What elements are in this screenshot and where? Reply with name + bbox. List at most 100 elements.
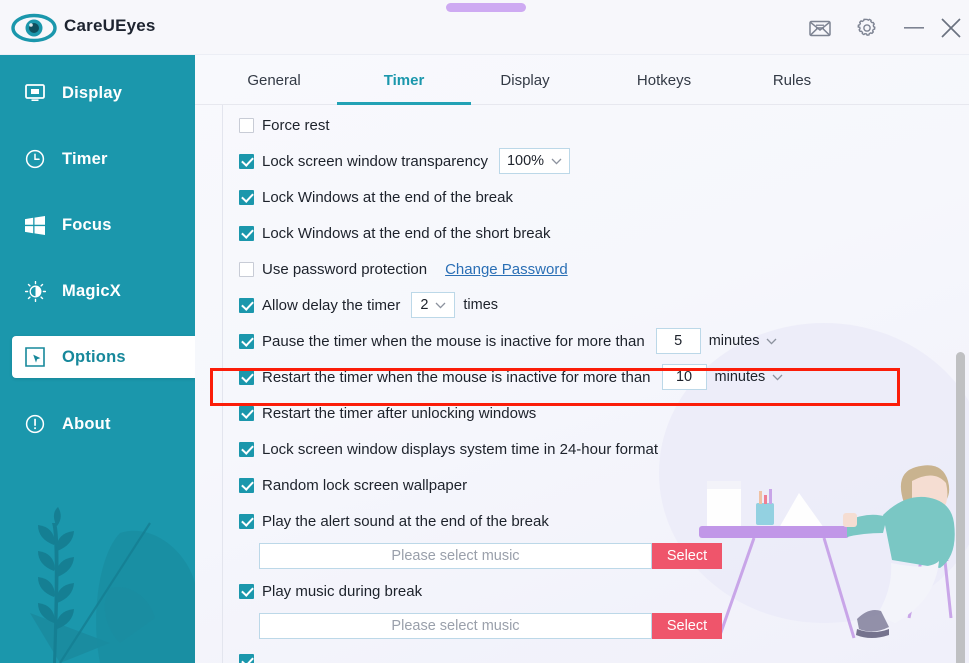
chevron-down-icon: [435, 297, 446, 313]
option-label: Restart the timer after unlocking window…: [262, 404, 537, 422]
tab-general[interactable]: General: [229, 55, 319, 105]
sidebar-item-label: Focus: [62, 215, 112, 234]
sidebar-item-options[interactable]: Options: [12, 336, 195, 378]
option-restart-after-unlock[interactable]: Restart the timer after unlocking window…: [224, 395, 944, 431]
option-play-alert-sound[interactable]: Play the alert sound at the end of the b…: [224, 503, 944, 539]
sidebar-item-focus[interactable]: Focus: [0, 203, 195, 247]
option-label: Restart the timer when the mouse is inac…: [262, 368, 651, 386]
checkbox-lock-end-short-break[interactable]: [239, 225, 254, 241]
checkbox-play-alert-sound[interactable]: [239, 513, 254, 529]
break-music-row: Please select music Select: [224, 609, 944, 643]
windows-icon: [22, 215, 48, 235]
checkbox-partial-next[interactable]: [239, 653, 254, 663]
option-label: Pause the timer when the mouse is inacti…: [262, 332, 645, 350]
option-label: Force rest: [262, 116, 330, 134]
sidebar-item-label: Display: [62, 83, 123, 102]
tab-timer[interactable]: Timer: [337, 55, 471, 105]
option-play-music-break[interactable]: Play music during break: [224, 573, 944, 609]
sidebar-item-label: About: [62, 414, 111, 433]
checkbox-lock-transparency[interactable]: [239, 153, 254, 169]
option-partial-next[interactable]: [224, 643, 944, 663]
tab-hotkeys[interactable]: Hotkeys: [619, 55, 709, 105]
chevron-down-icon[interactable]: [772, 374, 783, 381]
window-drag-pill[interactable]: [446, 3, 526, 12]
checkbox-restart-timer-inactive[interactable]: [239, 369, 254, 385]
sidebar-decoration: [30, 507, 195, 663]
content-panel: General Timer Display Hotkeys Rules Forc…: [195, 55, 969, 663]
close-icon[interactable]: [937, 10, 965, 46]
restart-timer-unit: minutes: [714, 369, 766, 385]
title-bar: CareUEyes: [0, 0, 969, 55]
sidebar: Display Timer Focus MagicX Options About: [0, 55, 195, 663]
clock-icon: [22, 149, 48, 169]
option-label: Lock Windows at the end of the break: [262, 188, 513, 206]
scrollbar-thumb[interactable]: [956, 352, 965, 663]
scrollbar-track[interactable]: [955, 107, 965, 663]
option-label: Use password protection: [262, 260, 428, 278]
checkbox-force-rest[interactable]: [239, 117, 254, 133]
option-random-wallpaper[interactable]: Random lock screen wallpaper: [224, 467, 944, 503]
sidebar-item-magicx[interactable]: MagicX: [0, 269, 195, 313]
option-label: Play the alert sound at the end of the b…: [262, 512, 549, 530]
sidebar-item-label: MagicX: [62, 281, 121, 300]
info-icon: [22, 414, 48, 434]
tab-bar: General Timer Display Hotkeys Rules: [195, 55, 969, 105]
checkbox-restart-after-unlock[interactable]: [239, 405, 254, 421]
content-divider: [222, 105, 223, 663]
minimize-icon[interactable]: [896, 10, 932, 46]
careueyes-window: CareUEyes Display Timer Focus MagicX Opt…: [0, 0, 969, 663]
option-use-password[interactable]: Use password protection Change Password: [224, 251, 944, 287]
break-music-select-button[interactable]: Select: [652, 613, 722, 639]
pause-timer-minutes-input[interactable]: 5: [655, 328, 701, 354]
option-lock-end-break[interactable]: Lock Windows at the end of the break: [224, 179, 944, 215]
checkbox-random-wallpaper[interactable]: [239, 477, 254, 493]
checkbox-show-24h[interactable]: [239, 441, 254, 457]
options-list: Force rest Lock screen window transparen…: [224, 107, 944, 663]
mail-icon[interactable]: [802, 10, 838, 46]
gear-icon[interactable]: [849, 10, 885, 46]
option-label: Lock screen window displays system time …: [262, 440, 658, 458]
restart-timer-minutes-input[interactable]: 10: [661, 364, 707, 390]
option-lock-transparency[interactable]: Lock screen window transparency 100%: [224, 143, 944, 179]
sidebar-item-about[interactable]: About: [0, 402, 195, 446]
sidebar-item-label: Timer: [62, 149, 108, 168]
break-music-input[interactable]: Please select music: [259, 613, 652, 639]
monitor-icon: [22, 84, 48, 102]
delay-times-suffix: times: [463, 297, 499, 313]
option-force-rest[interactable]: Force rest: [224, 107, 944, 143]
option-label: Allow delay the timer: [262, 296, 401, 314]
cursor-window-icon: [22, 347, 48, 367]
change-password-link[interactable]: Change Password: [445, 261, 568, 278]
transparency-dropdown[interactable]: 100%: [498, 148, 571, 174]
alert-music-row: Please select music Select: [224, 539, 944, 573]
option-pause-timer[interactable]: Pause the timer when the mouse is inacti…: [224, 323, 944, 359]
brightness-icon: [22, 280, 48, 302]
tab-rules[interactable]: Rules: [757, 55, 827, 105]
pause-timer-unit: minutes: [708, 333, 760, 349]
checkbox-lock-end-break[interactable]: [239, 189, 254, 205]
option-label: Lock Windows at the end of the short bre…: [262, 224, 551, 242]
chevron-down-icon[interactable]: [766, 338, 777, 345]
delay-times-dropdown[interactable]: 2: [411, 292, 456, 318]
alert-music-select-button[interactable]: Select: [652, 543, 722, 569]
sidebar-item-display[interactable]: Display: [0, 71, 195, 115]
chevron-down-icon: [551, 153, 562, 169]
checkbox-allow-delay[interactable]: [239, 297, 254, 313]
option-lock-end-short-break[interactable]: Lock Windows at the end of the short bre…: [224, 215, 944, 251]
option-show-24h[interactable]: Lock screen window displays system time …: [224, 431, 944, 467]
option-label: Random lock screen wallpaper: [262, 476, 468, 494]
delay-times-value: 2: [420, 297, 429, 313]
checkbox-play-music-break[interactable]: [239, 583, 254, 599]
sidebar-item-timer[interactable]: Timer: [0, 137, 195, 181]
app-title: CareUEyes: [64, 16, 156, 35]
tab-display[interactable]: Display: [485, 55, 565, 105]
checkbox-use-password[interactable]: [239, 261, 254, 277]
option-label: Play music during break: [262, 582, 423, 600]
checkbox-pause-timer[interactable]: [239, 333, 254, 349]
eye-icon: [11, 13, 57, 43]
option-allow-delay[interactable]: Allow delay the timer 2 times: [224, 287, 944, 323]
option-restart-timer-inactive[interactable]: Restart the timer when the mouse is inac…: [224, 359, 944, 395]
transparency-value: 100%: [506, 153, 545, 169]
alert-music-input[interactable]: Please select music: [259, 543, 652, 569]
option-label: Lock screen window transparency: [262, 152, 488, 170]
